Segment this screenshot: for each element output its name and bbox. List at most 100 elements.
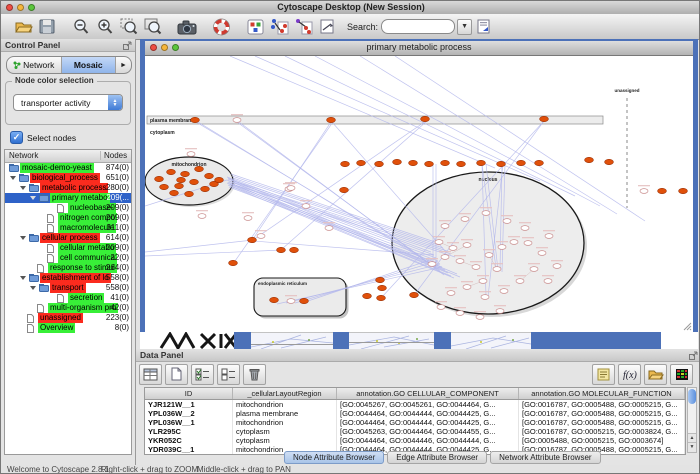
tree-item-count: 209(0) — [106, 213, 129, 223]
background-window-edge[interactable] — [234, 332, 251, 349]
layout-edges-icon[interactable] — [291, 16, 315, 37]
zoom-out-icon[interactable] — [69, 16, 93, 37]
help-lifesaver-icon[interactable] — [209, 16, 233, 37]
background-window-edge[interactable] — [531, 332, 661, 349]
node-color-combobox-value: transporter activity — [21, 98, 90, 108]
background-window-edge[interactable] — [434, 332, 451, 349]
tree-item[interactable]: unassigned223(0) — [5, 313, 131, 323]
tree-item[interactable]: response to stimul264(0) — [5, 263, 131, 273]
column-header[interactable]: _cellularLayoutRegion — [233, 388, 337, 399]
svg-text:unassigned: unassigned — [614, 88, 639, 93]
tab-mosaic[interactable]: Mosaic — [62, 57, 117, 73]
float-data-panel-icon[interactable] — [689, 351, 698, 360]
layout-nodes-icon[interactable] — [267, 16, 291, 37]
table-cell: YPL036W__1 — [145, 418, 233, 427]
window-titlebar[interactable]: Cytoscape Desktop (New Session) — [1, 1, 700, 15]
search-input[interactable] — [381, 19, 455, 34]
function-builder-icon[interactable]: f(x) — [618, 364, 641, 385]
attribute-table: ID_cellularLayoutRegionannotation.GO CEL… — [144, 387, 686, 455]
select-attributes-icon[interactable] — [139, 364, 162, 385]
browser-tab[interactable]: Edge Attribute Browser — [387, 451, 487, 464]
scroll-down-icon[interactable]: ▼ — [688, 442, 696, 452]
unselect-all-attributes-icon[interactable] — [217, 364, 240, 385]
expand-caret-icon[interactable] — [20, 276, 26, 280]
column-header[interactable]: annotation.GO MOLECULAR_FUNCTION — [519, 388, 685, 399]
tree-item-label: biological_process — [30, 173, 100, 183]
table-scrollbar[interactable]: ▲ ▼ — [687, 387, 697, 453]
open-file-icon[interactable] — [11, 16, 35, 37]
view-window-titlebar[interactable]: primary metabolic process — [145, 41, 693, 56]
search-dropdown-icon[interactable]: ▼ — [457, 19, 472, 35]
zoom-fit-icon[interactable] — [141, 16, 165, 37]
svg-text:cytoplasm: cytoplasm — [150, 130, 175, 136]
tree-item[interactable]: cell communica22(0) — [5, 253, 131, 263]
new-attribute-icon[interactable] — [165, 364, 188, 385]
tree-item[interactable]: cellular metabo209(0) — [5, 243, 131, 253]
tree-item[interactable]: mosaic-demo-yeast874(0) — [5, 163, 131, 173]
select-all-attributes-icon[interactable] — [191, 364, 214, 385]
table-row[interactable]: YLR295Ccytoplasm[GO:0045263, GO:0044464,… — [145, 427, 685, 436]
svg-text:endoplasmic reticulum: endoplasmic reticulum — [258, 281, 307, 286]
resize-grip-icon[interactable] — [683, 322, 692, 331]
tree-item[interactable]: biological_process651(0) — [5, 173, 131, 183]
table-cell: mitochondrion — [233, 400, 337, 409]
notes-icon[interactable] — [592, 364, 615, 385]
table-cell: plasma membrane — [233, 409, 337, 418]
snapshot-camera-icon[interactable] — [175, 16, 199, 37]
node-color-combobox[interactable]: transporter activity ▲▼ — [13, 94, 123, 111]
tree-item[interactable]: nitrogen compo209(0) — [5, 213, 131, 223]
tree-item[interactable]: cellular process614(0) — [5, 233, 131, 243]
expand-caret-icon[interactable] — [20, 236, 26, 240]
background-window-fragment[interactable] — [451, 332, 531, 349]
column-header[interactable]: ID — [145, 388, 233, 399]
data-panel: Data Panel f(x) ID_cellularLayoutRegiona… — [136, 349, 700, 465]
table-row[interactable]: YJR121W__1mitochondrion[GO:0045267, GO:0… — [145, 400, 685, 409]
select-nodes-checkbox[interactable]: ✓ — [10, 131, 23, 144]
status-hint-zoom: Right-click + drag to ZOOM — [101, 465, 198, 474]
table-row[interactable]: YPL036W__2plasma membrane[GO:0044464, GO… — [145, 409, 685, 418]
table-row[interactable]: YKR052Ccytoplasm[GO:0044464, GO:0044446,… — [145, 436, 685, 445]
tree-item[interactable]: primary metabo209(... — [5, 193, 131, 203]
status-welcome: Welcome to Cytoscape 2.8.1 — [7, 465, 109, 474]
more-tabs-icon[interactable]: ► — [116, 57, 131, 73]
tab-mosaic-label: Mosaic — [74, 60, 103, 70]
table-row[interactable]: YPL036W__1mitochondrion[GO:0044464, GO:0… — [145, 418, 685, 427]
tree-item[interactable]: metabolic process280(0) — [5, 183, 131, 193]
expand-caret-icon[interactable] — [30, 286, 36, 290]
background-window-edge[interactable] — [333, 332, 349, 349]
search-label: Search: — [347, 22, 378, 32]
zoom-selected-icon[interactable] — [117, 16, 141, 37]
tree-item[interactable]: transport558(0) — [5, 283, 131, 293]
table-cell: YLR295C — [145, 427, 233, 436]
tree-item[interactable]: nucleobase-209(0) — [5, 203, 131, 213]
scrollbar-thumb[interactable] — [688, 389, 696, 404]
zoom-in-icon[interactable] — [93, 16, 117, 37]
background-window-fragment[interactable] — [251, 332, 333, 349]
expand-caret-icon[interactable] — [30, 196, 36, 200]
tree-item-count: 280(0) — [106, 183, 129, 193]
search-advanced-icon[interactable] — [472, 16, 496, 37]
tree-item-count: 209(0) — [106, 243, 129, 253]
expand-caret-icon[interactable] — [10, 176, 16, 180]
column-header[interactable]: annotation.GO CELLULAR_COMPONENT — [337, 388, 519, 399]
network-view-canvas[interactable]: plasma membranecytoplasmmitochondrionnuc… — [145, 56, 693, 332]
background-window-fragment[interactable] — [349, 332, 434, 349]
tree-item[interactable]: multi-organism pro42(0) — [5, 303, 131, 313]
browser-tab[interactable]: Network Attribute Browser — [490, 451, 600, 464]
delete-attribute-icon[interactable] — [243, 364, 266, 385]
page-edit-icon[interactable] — [315, 16, 339, 37]
background-windows-strip — [140, 332, 698, 349]
vizmapper-icon[interactable] — [243, 16, 267, 37]
import-attributes-icon[interactable] — [644, 364, 667, 385]
save-icon[interactable] — [35, 16, 59, 37]
tree-item[interactable]: Overview8(0) — [5, 323, 131, 333]
tree-item[interactable]: establishment of lo558(0) — [5, 273, 131, 283]
heatmap-icon[interactable] — [670, 364, 693, 385]
tree-item[interactable]: macromolecule311(0) — [5, 223, 131, 233]
browser-tab[interactable]: Node Attribute Browser — [284, 451, 384, 464]
tab-network[interactable]: Network — [7, 57, 62, 73]
table-cell: [GO:0044464, GO:0044444, GO:0044425, G..… — [337, 409, 519, 418]
expand-caret-icon[interactable] — [20, 186, 26, 190]
float-panel-icon[interactable] — [123, 41, 132, 50]
tree-item[interactable]: secretion41(0) — [5, 293, 131, 303]
